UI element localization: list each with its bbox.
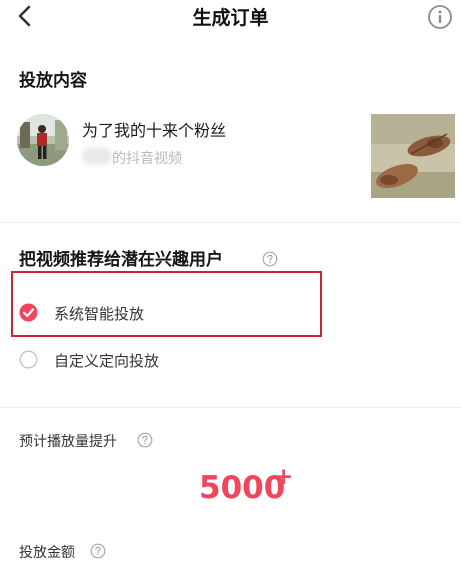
avatar (17, 114, 69, 166)
video-author-caption: 的抖音视频 (112, 151, 182, 167)
video-thumbnail[interactable] (371, 114, 455, 198)
option-system-label[interactable]: 系统智能投放 (54, 303, 144, 324)
video-title: 为了我的十来个粉丝 (82, 121, 227, 140)
question-circle-icon (262, 251, 278, 267)
question-circle-icon (137, 432, 153, 448)
page-title: 生成订单 (192, 7, 269, 29)
info-icon (428, 5, 452, 29)
navigation-bar: 生成订单 (0, 0, 461, 34)
checkmark-circle-icon (19, 303, 38, 322)
option-custom-radio[interactable] (19, 350, 38, 369)
estimate-label: 预计播放量提升 (19, 434, 117, 450)
option-system-radio[interactable] (19, 303, 38, 322)
info-button[interactable] (427, 4, 453, 30)
question-circle-icon (90, 543, 106, 559)
recommend-section-title: 把视频推荐给潜在兴趣用户 (19, 250, 223, 270)
author-name-blurred (82, 147, 112, 165)
amount-help-button[interactable] (90, 543, 106, 559)
estimate-plus: + (274, 464, 294, 490)
empty-circle-icon (19, 350, 38, 369)
section-divider (0, 407, 461, 408)
option-custom-label[interactable]: 自定义定向投放 (54, 350, 159, 371)
estimate-value: 5000 (199, 470, 286, 506)
estimate-help-button[interactable] (137, 432, 153, 448)
content-section-title: 投放内容 (19, 71, 87, 91)
amount-label: 投放金额 (19, 545, 75, 561)
recommend-help-button[interactable] (262, 251, 278, 267)
section-divider (0, 222, 461, 223)
